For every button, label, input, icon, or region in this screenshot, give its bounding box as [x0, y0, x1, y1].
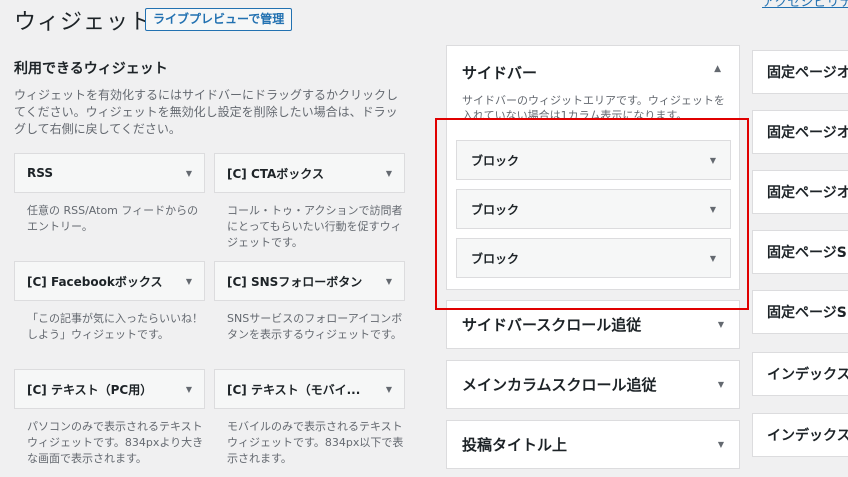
- block-widget[interactable]: ブロック ▼: [456, 189, 731, 229]
- widget-area-main-scroll[interactable]: メインカラムスクロール追従 ▼: [446, 360, 740, 409]
- area-label: 固定ページオ: [767, 125, 848, 141]
- sidebar-area-title[interactable]: サイドバー: [462, 62, 537, 83]
- widget-area-page[interactable]: 固定ページオ: [752, 110, 848, 154]
- widget-area-page[interactable]: 固定ページオ: [752, 170, 848, 214]
- widget-cta-box[interactable]: [C] CTAボックス ▼: [214, 153, 405, 193]
- widget-label: [C] テキスト（モバイ...: [227, 382, 361, 397]
- widget-label: [C] テキスト（PC用）: [27, 382, 153, 397]
- block-label: ブロック: [471, 251, 520, 266]
- area-label: 固定ページオ: [767, 65, 848, 81]
- widget-label: [C] CTAボックス: [227, 166, 324, 181]
- block-label: ブロック: [471, 153, 520, 168]
- chevron-down-icon[interactable]: ▼: [386, 169, 392, 178]
- chevron-down-icon[interactable]: ▼: [710, 205, 716, 214]
- accessibility-link[interactable]: アクセシビリティ: [762, 0, 848, 10]
- widget-label: [C] SNSフォローボタン: [227, 274, 363, 289]
- widget-text-pc[interactable]: [C] テキスト（PC用） ▼: [14, 369, 205, 409]
- block-widget[interactable]: ブロック ▼: [456, 238, 731, 278]
- area-label: 固定ページS: [767, 245, 847, 261]
- chevron-down-icon[interactable]: ▼: [710, 156, 716, 165]
- area-label: サイドバースクロール追従: [462, 316, 642, 334]
- available-widgets-description: ウィジェットを有効化するにはサイドバーにドラッグするかクリックしてください。ウィ…: [14, 88, 399, 136]
- widget-description: 任意の RSS/Atom フィードからのエントリー。: [27, 204, 199, 233]
- widget-area-index[interactable]: インデックス: [752, 352, 848, 396]
- widget-area-above-post-title[interactable]: 投稿タイトル上 ▼: [446, 420, 740, 469]
- widget-area-index[interactable]: インデックス: [752, 413, 848, 457]
- chevron-down-icon[interactable]: ▼: [386, 277, 392, 286]
- sidebar-area-description: サイドバーのウィジットエリアです。ウィジェットを入れていない場合は1カラム表示に…: [462, 94, 725, 119]
- widget-text-mobile[interactable]: [C] テキスト（モバイ... ▼: [214, 369, 405, 409]
- chevron-down-icon[interactable]: ▼: [186, 169, 192, 178]
- area-label: 固定ページS: [767, 305, 847, 321]
- widget-area-sidebar-scroll[interactable]: サイドバースクロール追従 ▼: [446, 300, 740, 349]
- block-widget[interactable]: ブロック ▼: [456, 140, 731, 180]
- widget-rss[interactable]: RSS ▼: [14, 153, 205, 193]
- chevron-down-icon[interactable]: ▼: [718, 380, 724, 389]
- chevron-down-icon[interactable]: ▼: [186, 385, 192, 394]
- block-label: ブロック: [471, 202, 520, 217]
- widget-label: RSS: [27, 166, 53, 180]
- widget-facebook-box[interactable]: [C] Facebookボックス ▼: [14, 261, 205, 301]
- area-label: 投稿タイトル上: [462, 436, 568, 454]
- page-title: ウィジェット: [14, 10, 153, 35]
- chevron-up-icon[interactable]: ▲: [714, 64, 721, 74]
- widget-description: パソコンのみで表示されるテキストウィジェットです。834pxより大きな画面で表示…: [27, 420, 204, 465]
- widget-description: 「この記事が気に入ったらいいね！しよう」ウィジェットです。: [27, 312, 203, 341]
- area-label: インデックス: [767, 367, 848, 383]
- widget-area-page[interactable]: 固定ページS: [752, 290, 848, 334]
- widget-sns-follow[interactable]: [C] SNSフォローボタン ▼: [214, 261, 405, 301]
- chevron-down-icon[interactable]: ▼: [718, 440, 724, 449]
- chevron-down-icon[interactable]: ▼: [718, 320, 724, 329]
- area-label: 固定ページオ: [767, 185, 848, 201]
- widget-description: コール・トゥ・アクションで訪問者にとってもらいたい行動を促すウィジェットです。: [227, 204, 403, 249]
- widget-description: SNSサービスのフォローアイコンボタンを表示するウィジェットです。: [227, 312, 403, 341]
- available-widgets-title: 利用できるウィジェット: [14, 61, 168, 77]
- area-label: メインカラムスクロール追従: [462, 376, 657, 394]
- chevron-down-icon[interactable]: ▼: [186, 277, 192, 286]
- widget-area-page[interactable]: 固定ページオ: [752, 50, 848, 94]
- sidebar-widget-area[interactable]: サイドバー ▲ サイドバーのウィジットエリアです。ウィジェットを入れていない場合…: [446, 45, 740, 290]
- chevron-down-icon[interactable]: ▼: [386, 385, 392, 394]
- widget-label: [C] Facebookボックス: [27, 274, 163, 289]
- chevron-down-icon[interactable]: ▼: [710, 254, 716, 263]
- live-preview-button[interactable]: ライブプレビューで管理: [145, 8, 293, 31]
- area-label: インデックス: [767, 428, 848, 444]
- widget-area-page[interactable]: 固定ページS: [752, 230, 848, 274]
- widget-description: モバイルのみで表示されるテキストウィジェットです。834px以下で表示されます。: [227, 420, 404, 465]
